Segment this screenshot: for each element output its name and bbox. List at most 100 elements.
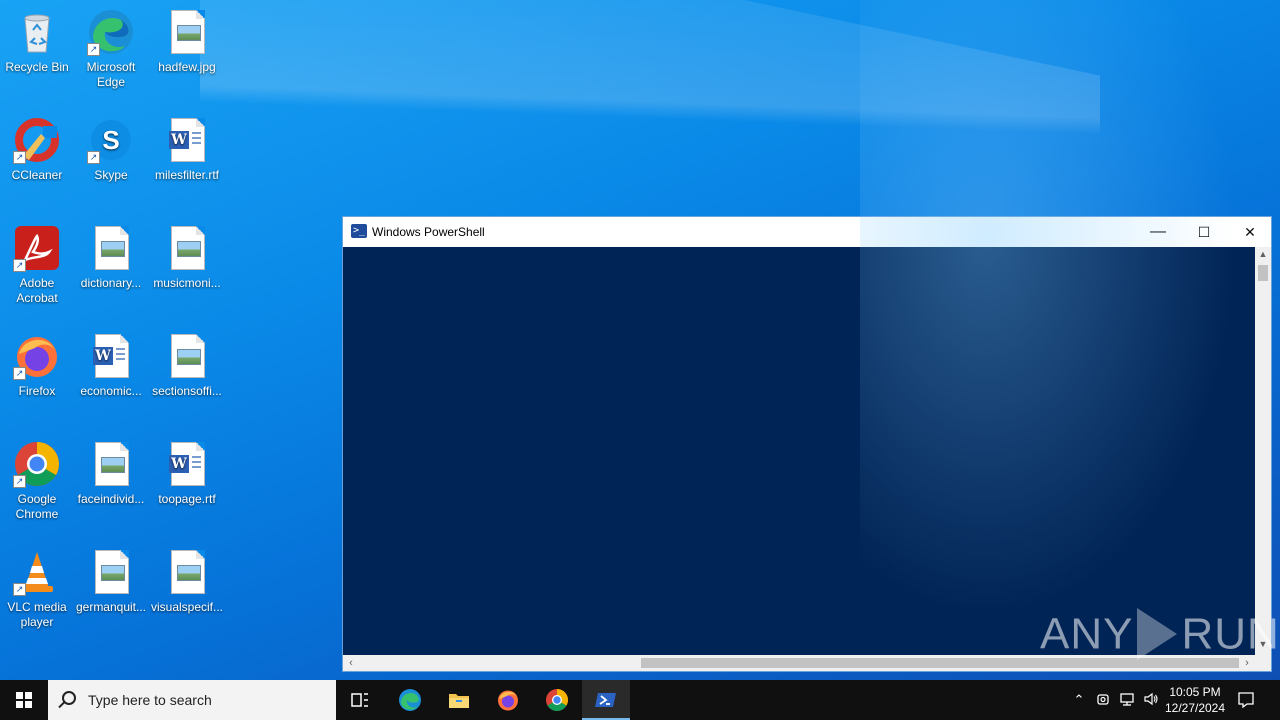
adobe-acrobat-icon: ↗	[13, 224, 61, 272]
scroll-up-icon[interactable]: ▲	[1255, 249, 1271, 259]
taskbar-clock[interactable]: 10:05 PM 12/27/2024	[1160, 684, 1230, 716]
console-area[interactable]	[343, 247, 1255, 655]
desktop-icon-label: Firefox	[18, 384, 56, 398]
ccleaner-icon: ↗	[13, 116, 61, 164]
desktop-icon-skype[interactable]: S ↗ Skype	[74, 116, 148, 183]
desktop-icon-label: visualspecif...	[150, 600, 224, 614]
camera-icon	[1097, 694, 1109, 705]
folder-icon	[449, 694, 469, 708]
vertical-scrollbar[interactable]: ▲ ▼	[1255, 247, 1271, 655]
taskbar-edge-button[interactable]	[386, 680, 434, 720]
window-titlebar[interactable]: >_ Windows PowerShell — ☐ ✕	[343, 217, 1271, 247]
shortcut-arrow-icon: ↗	[13, 151, 26, 164]
desktop-icon-label: hadfew.jpg	[158, 60, 216, 74]
taskbar: Type here to search ⌃ 10:05 PM 12/27/202…	[0, 680, 1280, 720]
horizontal-scrollbar[interactable]: ‹ ›	[343, 655, 1255, 671]
maximize-button[interactable]: ☐	[1181, 217, 1227, 247]
skype-icon: S ↗	[87, 116, 135, 164]
desktop-icon-label: sectionsoffi...	[152, 384, 222, 398]
tray-meet-now-button[interactable]	[1094, 691, 1112, 709]
resize-grip-icon[interactable]	[1255, 655, 1271, 671]
shortcut-arrow-icon: ↗	[13, 259, 26, 272]
desktop-icon-file-germanquit[interactable]: germanquit...	[74, 548, 148, 615]
search-placeholder: Type here to search	[88, 692, 212, 708]
clock-time: 10:05 PM	[1169, 685, 1221, 699]
chrome-icon	[546, 689, 568, 711]
desktop-icon-label: VLC media player	[7, 600, 67, 629]
powershell-icon: >_	[351, 224, 367, 238]
image-file-icon	[163, 548, 211, 596]
show-hidden-icons-button[interactable]: ⌃	[1070, 691, 1088, 709]
start-button[interactable]	[0, 680, 48, 720]
taskbar-file-explorer-button[interactable]	[435, 680, 483, 720]
image-file-icon	[163, 224, 211, 272]
desktop-icon-label: germanquit...	[75, 600, 147, 614]
horizontal-scroll-thumb[interactable]	[641, 658, 1239, 668]
desktop-icon-file-hadfew[interactable]: hadfew.jpg	[150, 8, 224, 75]
scroll-right-icon[interactable]: ›	[1239, 655, 1255, 671]
edge-icon: ↗	[87, 8, 135, 56]
firefox-icon	[498, 690, 518, 711]
desktop-icon-file-sectionsoffi[interactable]: sectionsoffi...	[150, 332, 224, 399]
speaker-icon	[1144, 692, 1158, 706]
edge-icon	[399, 689, 421, 711]
desktop-icon-file-dictionary[interactable]: dictionary...	[74, 224, 148, 291]
action-center-button[interactable]	[1236, 690, 1256, 710]
desktop-icon-label: economic...	[80, 384, 142, 398]
image-file-icon	[87, 548, 135, 596]
desktop-icon-file-milesfilter[interactable]: W milesfilter.rtf	[150, 116, 224, 183]
windows-logo-icon	[16, 692, 32, 708]
desktop-icon-label: Recycle Bin	[5, 60, 69, 74]
chevron-up-icon: ⌃	[1073, 692, 1085, 707]
word-document-icon: W	[87, 332, 135, 380]
notification-icon	[1238, 692, 1254, 709]
task-view-button[interactable]	[336, 680, 384, 720]
desktop-icon-file-toopage[interactable]: W toopage.rtf	[150, 440, 224, 507]
tray-volume-button[interactable]	[1142, 691, 1160, 709]
desktop-icon-vlc[interactable]: ↗ VLC media player	[0, 548, 74, 630]
powershell-window[interactable]: >_ Windows PowerShell — ☐ ✕ ▲ ▼ ‹ ›	[342, 216, 1272, 672]
anyrun-watermark: ANY RUN	[1040, 608, 1280, 666]
desktop-icon-adobe-acrobat[interactable]: ↗ Adobe Acrobat	[0, 224, 74, 306]
play-triangle-icon	[1137, 608, 1178, 660]
taskbar-search-box[interactable]: Type here to search	[48, 680, 336, 720]
desktop-icon-file-visualspecif[interactable]: visualspecif...	[150, 548, 224, 615]
image-file-icon	[163, 332, 211, 380]
desktop-icon-google-chrome[interactable]: ↗ Google Chrome	[0, 440, 74, 522]
close-button[interactable]: ✕	[1227, 217, 1273, 247]
clock-date: 12/27/2024	[1164, 701, 1226, 715]
chrome-icon: ↗	[13, 440, 61, 488]
desktop-icon-file-economic[interactable]: W economic...	[74, 332, 148, 399]
vlc-cone-icon: ↗	[13, 548, 61, 596]
svg-text:S: S	[102, 125, 119, 155]
window-title: Windows PowerShell	[372, 225, 485, 239]
scroll-down-icon[interactable]: ▼	[1255, 639, 1271, 649]
desktop-icon-microsoft-edge[interactable]: ↗ Microsoft Edge	[74, 8, 148, 90]
shortcut-arrow-icon: ↗	[13, 367, 26, 380]
desktop-icon-label: Microsoft Edge	[86, 60, 136, 89]
desktop-icon-ccleaner[interactable]: ↗ CCleaner	[0, 116, 74, 183]
taskbar-powershell-button[interactable]	[582, 680, 630, 720]
word-document-icon: W	[163, 116, 211, 164]
watermark-right-text: RUN	[1181, 609, 1280, 659]
search-icon	[62, 691, 76, 705]
desktop-icon-label: milesfilter.rtf	[154, 168, 219, 182]
desktop-icon-recycle-bin[interactable]: Recycle Bin	[0, 8, 74, 75]
desktop-icon-label: faceindivid...	[77, 492, 145, 506]
desktop-icon-label: CCleaner	[11, 168, 63, 182]
desktop-icon-file-faceindivid[interactable]: faceindivid...	[74, 440, 148, 507]
shortcut-arrow-icon: ↗	[87, 43, 100, 56]
minimize-button[interactable]: —	[1135, 217, 1181, 247]
desktop-icon-firefox[interactable]: ↗ Firefox	[0, 332, 74, 399]
desktop-icon-label: Google Chrome	[15, 492, 59, 521]
image-file-icon	[87, 440, 135, 488]
shortcut-arrow-icon: ↗	[13, 583, 26, 596]
vertical-scroll-thumb[interactable]	[1258, 265, 1268, 281]
scroll-left-icon[interactable]: ‹	[343, 655, 359, 671]
taskbar-firefox-button[interactable]	[484, 680, 532, 720]
tray-network-button[interactable]	[1118, 691, 1136, 709]
taskbar-chrome-button[interactable]	[533, 680, 581, 720]
network-icon	[1120, 693, 1134, 706]
image-file-icon	[163, 8, 211, 56]
desktop-icon-file-musicmoni[interactable]: musicmoni...	[150, 224, 224, 291]
